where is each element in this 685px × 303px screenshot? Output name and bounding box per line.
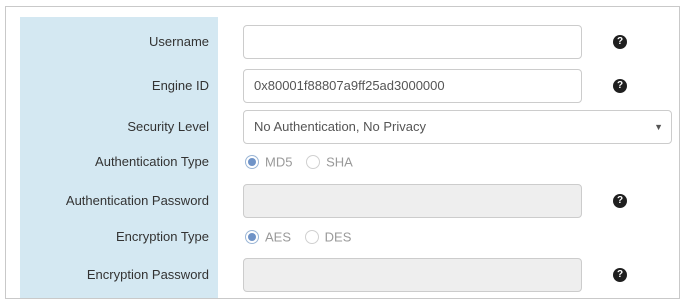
auth-sha-label: SHA (326, 154, 353, 170)
row-username: Username ? (0, 25, 685, 59)
row-engine-id: Engine ID 0x80001f88807a9ff25ad3000000 ? (0, 69, 685, 103)
enc-des-label: DES (324, 229, 352, 245)
question-circle-icon[interactable]: ? (613, 268, 627, 282)
row-encryption-password: Encryption Password ? (0, 258, 685, 292)
security-level-label: Security Level (127, 119, 209, 134)
username-label: Username (149, 34, 209, 49)
engine-id-label: Engine ID (151, 78, 209, 93)
question-circle-icon[interactable]: ? (613, 194, 627, 208)
authentication-password-label: Authentication Password (65, 193, 209, 208)
row-authentication-password: Authentication Password ? (0, 184, 685, 218)
radio-unchecked-icon[interactable] (306, 154, 321, 169)
question-circle-icon[interactable]: ? (613, 79, 627, 93)
encryption-password-input[interactable] (243, 258, 582, 292)
engine-id-input[interactable]: 0x80001f88807a9ff25ad3000000 (243, 69, 582, 103)
radio-checked-icon[interactable] (245, 229, 259, 244)
auth-md5-option[interactable]: MD5 (245, 145, 292, 180)
enc-des-option[interactable]: DES (304, 220, 352, 255)
radio-checked-icon[interactable] (245, 154, 259, 169)
caret-down-icon: ▼ (654, 122, 663, 132)
authentication-type-radio-group: MD5 SHA (245, 145, 363, 179)
enc-aes-option[interactable]: AES (245, 220, 291, 255)
auth-sha-option[interactable]: SHA (306, 145, 353, 180)
security-level-select[interactable]: No Authentication, No Privacy ▼ (243, 110, 672, 144)
row-encryption-type: Encryption Type AES DES (0, 220, 685, 254)
question-circle-icon[interactable]: ? (613, 35, 627, 49)
authentication-type-label: Authentication Type (95, 154, 209, 169)
authentication-password-input[interactable] (243, 184, 582, 218)
enc-aes-label: AES (265, 229, 292, 245)
row-authentication-type: Authentication Type MD5 SHA (0, 145, 685, 179)
encryption-password-label: Encryption Password (86, 267, 209, 282)
auth-md5-label: MD5 (265, 154, 293, 170)
encryption-type-radio-group: AES DES (245, 220, 361, 254)
radio-unchecked-icon[interactable] (304, 229, 319, 244)
row-security-level: Security Level No Authentication, No Pri… (0, 110, 685, 144)
encryption-type-label: Encryption Type (116, 229, 209, 244)
security-level-value: No Authentication, No Privacy (254, 119, 426, 134)
username-input[interactable] (243, 25, 582, 59)
